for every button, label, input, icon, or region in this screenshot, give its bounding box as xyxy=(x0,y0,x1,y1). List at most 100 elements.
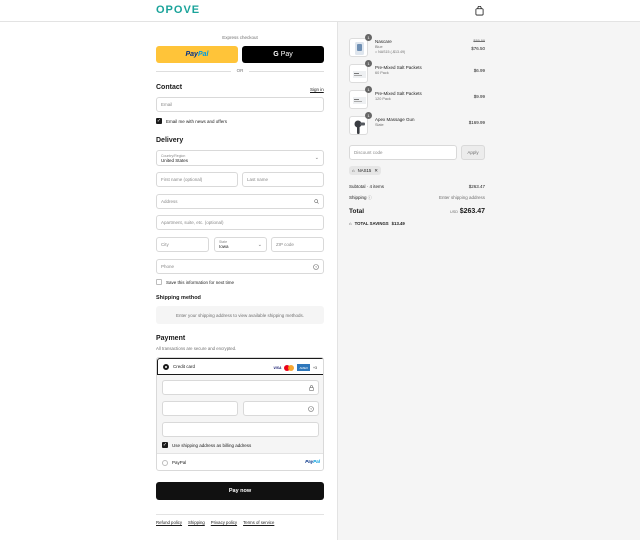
save-info-row[interactable]: Save this information for next time xyxy=(156,279,234,285)
paypal-option[interactable]: PayPal PayPal xyxy=(157,454,323,470)
quantity-badge: 1 xyxy=(365,34,372,41)
paypal-express-button[interactable]: Pay Pal xyxy=(156,46,238,63)
refund-policy-link[interactable]: Refund policy xyxy=(156,520,182,525)
apply-discount-button[interactable]: Apply xyxy=(461,145,485,160)
name-on-card-field[interactable] xyxy=(162,422,319,437)
news-checkbox-row[interactable]: ✓ Email me with news and offers xyxy=(156,118,227,124)
lock-icon xyxy=(309,385,314,391)
city-field[interactable]: City xyxy=(156,237,209,252)
payment-methods: Credit card VISA AMEX +3 ? ✓ Use shippin… xyxy=(156,357,324,471)
cart-item: 1 Pre-Mixed Salt Packets 60 Pack $6.99 xyxy=(349,60,485,86)
help-circle-icon[interactable]: ? xyxy=(308,406,314,412)
search-icon xyxy=(314,199,319,204)
first-name-placeholder: First name (optional) xyxy=(161,177,203,182)
total-savings: ⌂ TOTAL SAVINGS $13.49 xyxy=(349,221,405,226)
shipping-link[interactable]: Shipping xyxy=(188,520,205,525)
google-g-icon: G xyxy=(273,51,279,58)
apartment-placeholder: Apartment, suite, etc. (optional) xyxy=(161,220,224,225)
google-pay-button[interactable]: G Pay xyxy=(242,46,324,63)
country-value: United States xyxy=(161,157,189,163)
svg-text:?: ? xyxy=(310,407,312,411)
expiry-field[interactable] xyxy=(162,401,238,416)
last-name-field[interactable]: Last name xyxy=(242,172,324,187)
paypal-radio[interactable] xyxy=(162,459,168,466)
chevron-down-icon: ⌄ xyxy=(314,155,319,161)
paypal-option-label: PayPal xyxy=(172,460,187,465)
pay-now-button[interactable]: Pay now xyxy=(156,482,324,500)
express-checkout-label: Express checkout xyxy=(222,35,258,40)
help-circle-icon[interactable]: ⓘ xyxy=(368,195,372,200)
email-placeholder: Email xyxy=(161,102,173,107)
quantity-badge: 1 xyxy=(365,86,372,93)
shipping-method-heading: Shipping method xyxy=(156,295,201,301)
total-value: $263.47 xyxy=(459,208,485,215)
billing-address-row[interactable]: ✓ Use shipping address as billing addres… xyxy=(162,442,251,448)
product-thumbnail xyxy=(349,64,368,83)
discount-code-field[interactable]: Discount code xyxy=(349,145,457,160)
paypal-text-b: Pal xyxy=(197,51,209,58)
visa-icon: VISA xyxy=(273,365,282,370)
email-field[interactable]: Email xyxy=(156,97,324,112)
shopping-bag-icon[interactable] xyxy=(475,6,484,16)
card-logos: VISA AMEX +3 xyxy=(273,364,317,371)
tag-icon: ⌂ xyxy=(352,168,355,173)
more-cards-count: +3 xyxy=(313,365,317,370)
item-original-price: $89.99 xyxy=(473,39,485,43)
credit-card-option[interactable]: Credit card VISA AMEX +3 xyxy=(157,358,323,375)
remove-discount-icon[interactable]: ✕ xyxy=(374,168,378,174)
credit-card-label: Credit card xyxy=(173,364,196,369)
paypal-logo-icon: PayPal xyxy=(305,459,320,464)
header: OPOVE xyxy=(0,0,640,22)
phone-placeholder: Phone xyxy=(161,264,175,269)
savings-label: TOTAL SAVINGS xyxy=(354,221,389,226)
shipping-method-info: Enter your shipping address to view avai… xyxy=(156,306,324,324)
discount-placeholder: Discount code xyxy=(354,150,383,155)
or-label: OR xyxy=(236,68,244,73)
payment-subtitle: All transactions are secure and encrypte… xyxy=(156,346,237,351)
zip-field[interactable]: ZIP code xyxy=(271,237,324,252)
quantity-badge: 1 xyxy=(365,60,372,67)
help-circle-icon[interactable]: ? xyxy=(313,264,319,270)
item-name: Nascare xyxy=(375,39,392,44)
cart-item: 1 Nascare Blue ⌂ NAS15 (-$13.49) $89.99 … xyxy=(349,34,485,60)
state-select[interactable]: State Iowa ⌄ xyxy=(214,237,267,252)
shipping-row: Shipping ⓘ Enter shipping address xyxy=(349,195,485,201)
country-select[interactable]: Country/Region United States ⌄ xyxy=(156,150,324,166)
amex-icon: AMEX xyxy=(297,364,310,371)
apartment-field[interactable]: Apartment, suite, etc. (optional) xyxy=(156,215,324,230)
security-code-field[interactable]: ? xyxy=(243,401,319,416)
brand-logo[interactable]: OPOVE xyxy=(156,4,200,16)
item-name: Pre-Mixed Salt Packets xyxy=(375,65,422,70)
terms-of-service-link[interactable]: Terms of service xyxy=(243,520,274,525)
item-variant: Slate xyxy=(375,123,384,127)
shipping-label: Shipping xyxy=(349,195,367,200)
card-number-field[interactable] xyxy=(162,380,319,395)
shipping-info-text: Enter your shipping address to view avai… xyxy=(175,312,305,318)
applied-discount-chip: ⌂ NAS15 ✕ xyxy=(349,166,381,175)
address-placeholder: Address xyxy=(161,199,178,204)
payment-heading: Payment xyxy=(156,335,186,342)
mastercard-icon xyxy=(284,364,295,371)
sign-in-link[interactable]: Sign in xyxy=(310,87,324,92)
item-variant: 60 Pack xyxy=(375,71,389,75)
total-label: Total xyxy=(349,208,365,215)
item-price: $169.99 xyxy=(468,120,485,125)
save-info-checkbox[interactable] xyxy=(156,279,162,285)
privacy-policy-link[interactable]: Privacy policy xyxy=(211,520,237,525)
zip-placeholder: ZIP code xyxy=(276,242,294,247)
credit-card-radio[interactable] xyxy=(163,363,169,370)
phone-field[interactable]: Phone ? xyxy=(156,259,324,274)
billing-address-label: Use shipping address as billing address xyxy=(172,442,252,448)
first-name-field[interactable]: First name (optional) xyxy=(156,172,238,187)
item-variant: 120 Pack xyxy=(375,97,391,101)
billing-address-checkbox[interactable]: ✓ xyxy=(162,442,168,448)
city-placeholder: City xyxy=(161,242,169,247)
total-row: Total USD $263.47 xyxy=(349,208,485,215)
news-label: Email me with news and offers xyxy=(166,118,227,124)
delivery-heading: Delivery xyxy=(156,137,184,144)
state-value: Iowa xyxy=(219,244,229,249)
news-checkbox[interactable]: ✓ xyxy=(156,118,162,124)
contact-heading: Contact xyxy=(156,84,183,91)
item-name: Apex Massage Gun xyxy=(375,117,415,122)
address-field[interactable]: Address xyxy=(156,194,324,209)
